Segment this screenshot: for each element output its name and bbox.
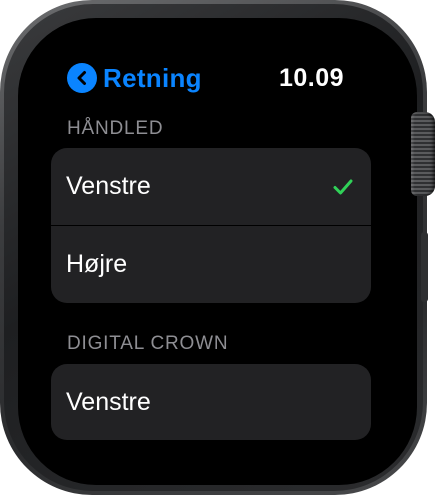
option-wrist-right[interactable]: Højre: [51, 225, 371, 302]
checkmark-icon: [333, 179, 353, 194]
back-button[interactable]: Retning: [67, 61, 202, 95]
option-wrist-left[interactable]: Venstre: [51, 148, 371, 225]
status-time: 10.09: [279, 64, 345, 92]
option-crown-left[interactable]: Venstre: [51, 364, 371, 440]
watch-device: Retning 10.09 HÅNDLED Venstre Højre DIGI…: [0, 0, 439, 495]
section-heading-digital-crown: DIGITAL CROWN: [67, 333, 229, 354]
chevron-left-icon: [67, 63, 97, 93]
wrist-options-group: Venstre Højre: [51, 148, 371, 303]
back-button-label: Retning: [103, 62, 202, 93]
option-label: Højre: [66, 249, 128, 278]
option-label: Venstre: [66, 388, 151, 416]
side-button[interactable]: [421, 232, 428, 302]
digital-crown[interactable]: [411, 112, 435, 196]
section-heading-wrist: HÅNDLED: [67, 118, 164, 139]
option-label: Venstre: [66, 172, 151, 200]
crown-options-group: Venstre: [51, 364, 371, 440]
